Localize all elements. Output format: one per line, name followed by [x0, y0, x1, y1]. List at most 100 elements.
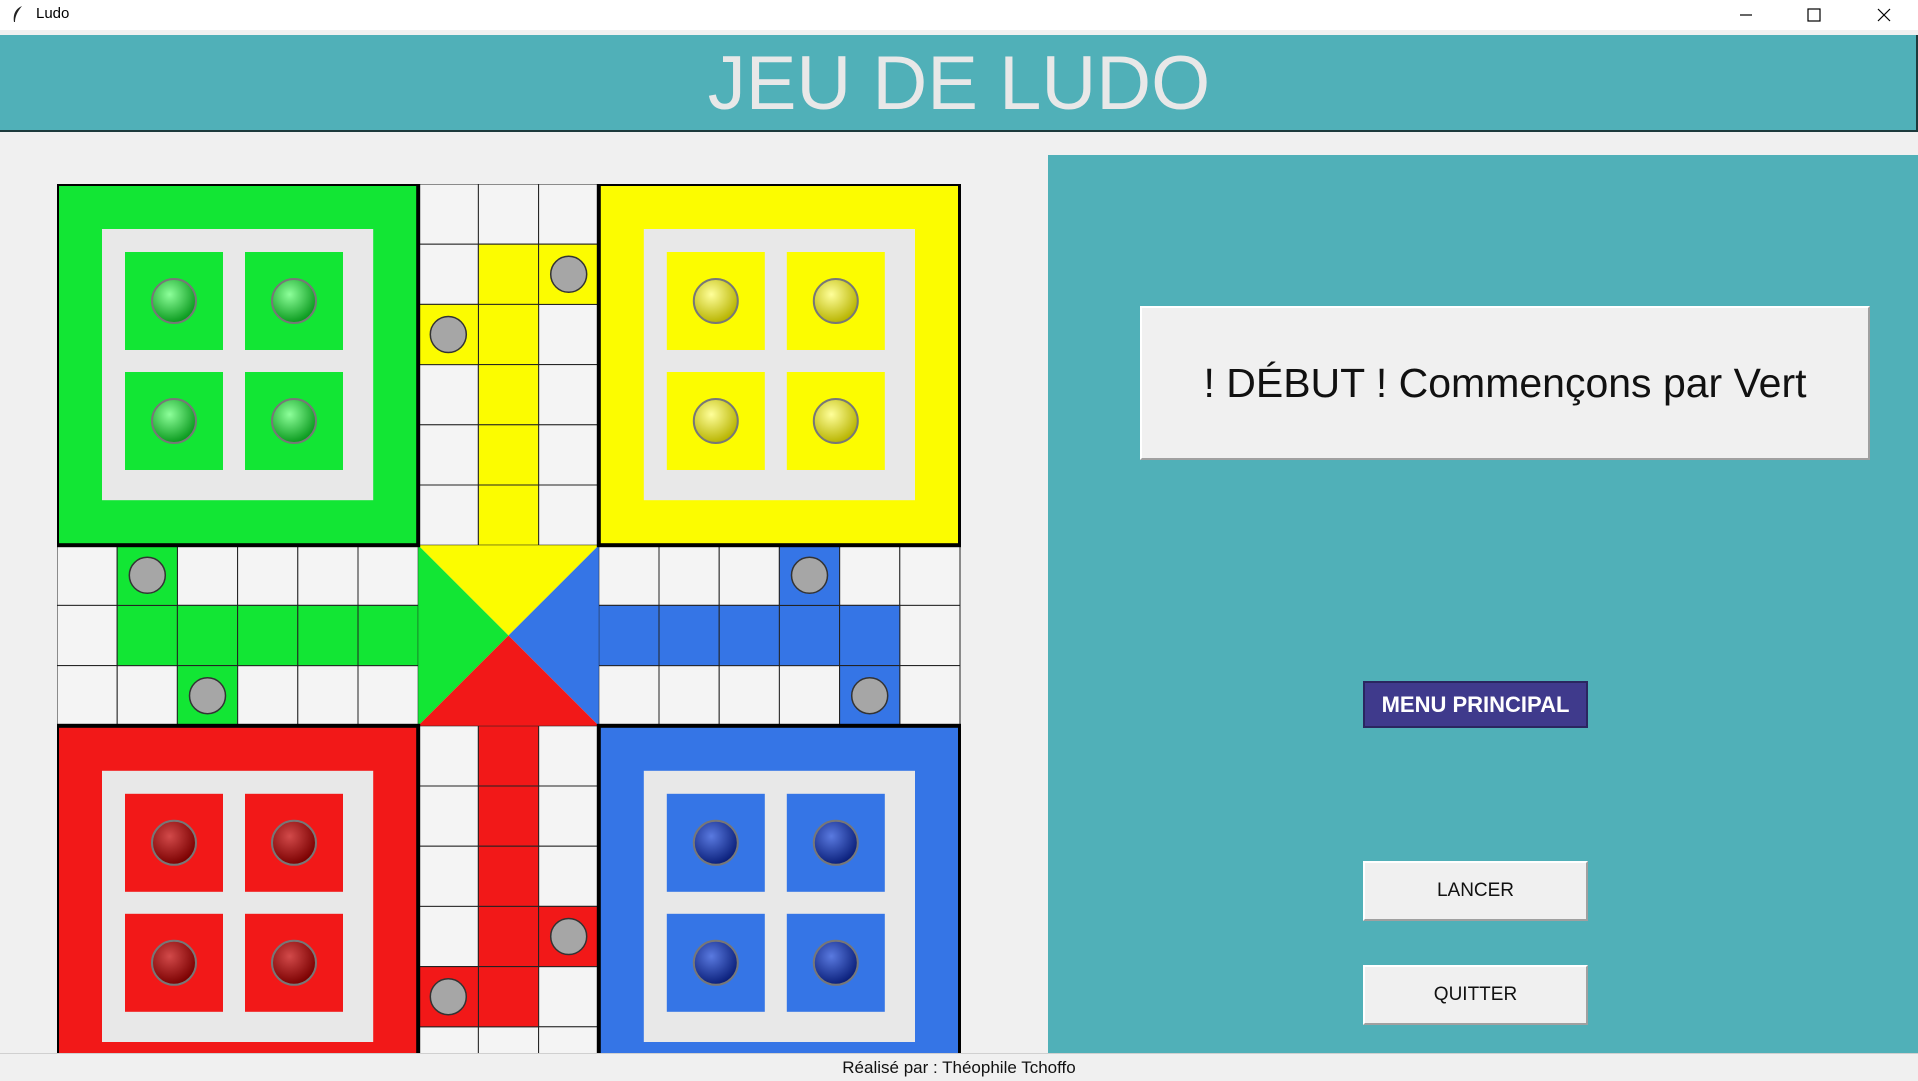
board-cell[interactable]: [538, 184, 600, 245]
safe-spot-icon: [188, 676, 227, 715]
token-yellow[interactable]: [692, 398, 739, 444]
board-cell[interactable]: [417, 484, 479, 546]
board-cell[interactable]: [297, 544, 359, 606]
board-cell[interactable]: [538, 364, 600, 426]
track-cell-blue[interactable]: [839, 604, 901, 667]
token-blue[interactable]: [812, 939, 859, 986]
token-red[interactable]: [271, 819, 317, 866]
board-cell[interactable]: [538, 966, 600, 1028]
maximize-button[interactable]: [1782, 0, 1846, 30]
token-red[interactable]: [271, 939, 317, 986]
board-cell[interactable]: [718, 665, 780, 727]
track-cell-red[interactable]: [477, 725, 540, 787]
token-yellow[interactable]: [812, 278, 859, 324]
board-cell[interactable]: [538, 424, 600, 486]
track-cell-blue[interactable]: [778, 604, 841, 667]
board-cell[interactable]: [357, 544, 419, 606]
board-cell[interactable]: [658, 665, 720, 727]
board-cell[interactable]: [538, 1026, 600, 1054]
close-button[interactable]: [1852, 0, 1916, 30]
status-message: ! DÉBUT ! Commençons par Vert: [1140, 306, 1870, 460]
track-cell-blue[interactable]: [718, 604, 780, 667]
token-blue[interactable]: [812, 819, 859, 866]
minimize-button[interactable]: [1714, 0, 1778, 30]
board-cell[interactable]: [598, 665, 660, 727]
track-cell-blue[interactable]: [658, 604, 720, 667]
token-red[interactable]: [151, 819, 197, 866]
board-cell[interactable]: [297, 665, 359, 727]
board-cell[interactable]: [538, 484, 600, 546]
board-cell[interactable]: [839, 544, 901, 606]
board-cell[interactable]: [417, 1026, 479, 1054]
board-cell[interactable]: [899, 544, 961, 606]
track-cell-red[interactable]: [477, 785, 540, 847]
track-cell-red[interactable]: [477, 845, 540, 907]
maximize-icon: [1807, 8, 1821, 22]
board-cell[interactable]: [417, 243, 479, 305]
token-yellow[interactable]: [692, 278, 739, 324]
board-cell[interactable]: [237, 544, 299, 606]
track-cell-yellow[interactable]: [477, 243, 540, 305]
safe-spot-icon: [429, 977, 468, 1016]
safe-spot-icon: [790, 556, 829, 595]
track-cell-green[interactable]: [237, 604, 299, 667]
token-green[interactable]: [271, 398, 317, 444]
game-title: JEU DE LUDO: [707, 41, 1211, 126]
board-cell[interactable]: [237, 665, 299, 727]
board-cell[interactable]: [417, 364, 479, 426]
board-cell[interactable]: [417, 725, 479, 787]
board-cell[interactable]: [417, 845, 479, 907]
token-red[interactable]: [151, 939, 197, 986]
track-cell-blue[interactable]: [598, 604, 660, 667]
token-green[interactable]: [271, 278, 317, 324]
board-cell[interactable]: [57, 604, 118, 667]
board-cell[interactable]: [899, 604, 961, 667]
close-icon: [1877, 8, 1891, 22]
track-cell-yellow[interactable]: [477, 364, 540, 426]
board-cell[interactable]: [718, 544, 780, 606]
board-cell[interactable]: [538, 725, 600, 787]
token-blue[interactable]: [692, 939, 739, 986]
track-cell-green[interactable]: [176, 604, 239, 667]
board-cell[interactable]: [176, 544, 239, 606]
board-cell[interactable]: [57, 544, 118, 606]
board-cell[interactable]: [116, 665, 178, 727]
safe-spot-icon: [549, 255, 588, 294]
board-cell[interactable]: [538, 303, 600, 366]
token-blue[interactable]: [692, 819, 739, 866]
track-cell-yellow[interactable]: [477, 484, 540, 546]
board-cell[interactable]: [899, 665, 961, 727]
track-cell-yellow[interactable]: [477, 424, 540, 486]
token-green[interactable]: [151, 398, 197, 444]
track-cell-yellow[interactable]: [477, 303, 540, 366]
board-cell[interactable]: [357, 665, 419, 727]
track-cell-green[interactable]: [116, 604, 178, 667]
board-cell[interactable]: [417, 785, 479, 847]
track-cell-green[interactable]: [297, 604, 359, 667]
board-cell[interactable]: [778, 665, 841, 727]
board-cell[interactable]: [598, 544, 660, 606]
roll-dice-button[interactable]: LANCER: [1363, 861, 1588, 921]
token-yellow[interactable]: [812, 398, 859, 444]
board-cell[interactable]: [658, 544, 720, 606]
board-cell[interactable]: [538, 845, 600, 907]
board-cell[interactable]: [417, 424, 479, 486]
board-cell[interactable]: [417, 184, 479, 245]
board-cell[interactable]: [477, 184, 540, 245]
board-cell[interactable]: [538, 785, 600, 847]
token-green[interactable]: [151, 278, 197, 324]
track-cell-green[interactable]: [357, 604, 419, 667]
window-title: Ludo: [36, 5, 70, 22]
board-cell[interactable]: [417, 905, 479, 968]
footer-credit: Réalisé par : Théophile Tchoffo: [0, 1053, 1918, 1080]
quit-button[interactable]: QUITTER: [1363, 965, 1588, 1025]
board-cell[interactable]: [57, 665, 118, 727]
track-cell-red[interactable]: [477, 966, 540, 1028]
board-cell[interactable]: [477, 1026, 540, 1054]
board-canvas[interactable]: [57, 184, 961, 1054]
header-banner: JEU DE LUDO: [0, 35, 1918, 132]
feather-icon: [13, 6, 22, 22]
track-cell-red[interactable]: [477, 905, 540, 968]
ludo-board[interactable]: [57, 184, 961, 1054]
main-menu-button[interactable]: MENU PRINCIPAL: [1363, 681, 1588, 728]
